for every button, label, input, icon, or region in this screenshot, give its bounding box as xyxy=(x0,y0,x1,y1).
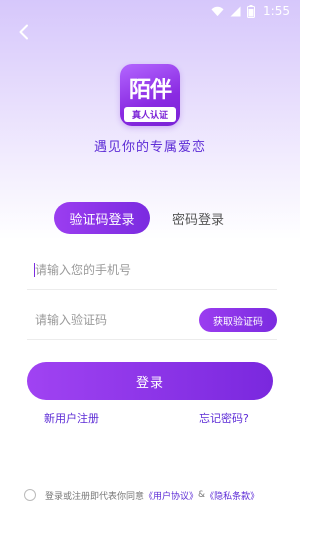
signal-icon xyxy=(230,6,241,16)
logo-badge: 真人认证 xyxy=(124,107,176,122)
battery-icon xyxy=(247,4,256,18)
app-logo: 陌伴 真人认证 xyxy=(120,64,180,126)
user-agreement-link[interactable]: 《用户协议》 xyxy=(144,489,198,502)
status-time: 1:55 xyxy=(263,4,290,18)
phone-input[interactable] xyxy=(35,250,185,290)
wifi-icon xyxy=(211,6,224,16)
code-field-row: 获取验证码 xyxy=(27,300,277,340)
agreement-row: 登录或注册即代表你同意 《用户协议》 & 《隐私条款》 xyxy=(24,487,284,503)
register-link[interactable]: 新用户注册 xyxy=(44,410,99,426)
back-button[interactable] xyxy=(12,20,36,44)
login-button[interactable]: 登录 xyxy=(27,362,273,400)
verification-code-input[interactable] xyxy=(35,300,185,340)
agreement-separator: & xyxy=(198,490,206,500)
slogan: 遇见你的专属爱恋 xyxy=(93,140,206,155)
privacy-policy-link[interactable]: 《隐私条款》 xyxy=(205,489,259,502)
agreement-text: 登录或注册即代表你同意 xyxy=(45,491,145,502)
get-code-button[interactable]: 获取验证码 xyxy=(199,308,277,332)
tab-code-login[interactable]: 验证码登录 xyxy=(54,202,150,234)
chevron-left-icon xyxy=(19,24,28,40)
tab-password-login[interactable]: 密码登录 xyxy=(150,202,246,234)
status-bar: 1:55 xyxy=(0,0,300,22)
phone-field-row xyxy=(27,250,277,290)
forgot-password-link[interactable]: 忘记密码? xyxy=(199,410,249,426)
agreement-checkbox[interactable] xyxy=(24,489,36,501)
logo-text: 陌伴 xyxy=(128,78,172,103)
